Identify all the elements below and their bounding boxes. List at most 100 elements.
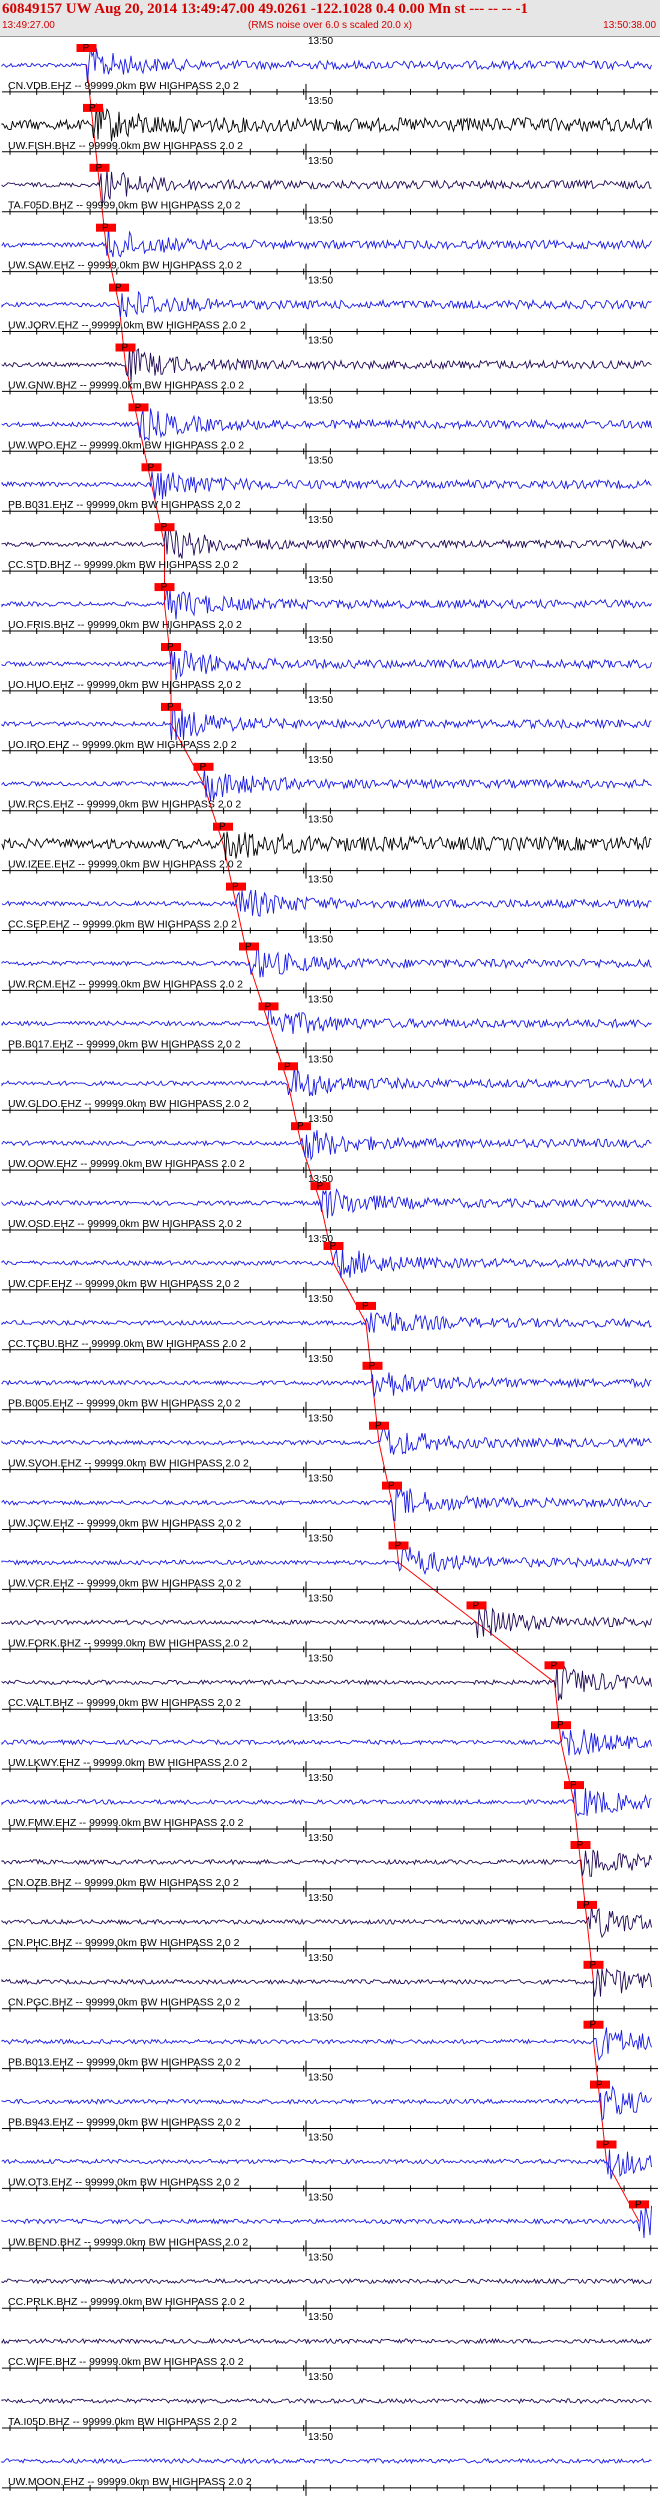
channel-label: UW.SVOH.EHZ -- 99999.0km BW HIGHPASS 2.0… <box>8 1458 249 1470</box>
channel-label: CC.PRLK.BHZ -- 99999.0km BW HIGHPASS 2.0… <box>8 2296 245 2308</box>
minute-label: 13:50 <box>308 515 333 526</box>
trace-waveform <box>1 1967 652 1997</box>
trace-waveform <box>1 585 652 620</box>
channel-label: UW.FMW.EHZ -- 99999.0km BW HIGHPASS 2.0 … <box>8 1817 244 1829</box>
trace-waveform <box>1 2027 652 2062</box>
trace-waveform <box>1 1007 652 1035</box>
minute-label: 13:50 <box>308 1653 333 1664</box>
minute-label: 13:50 <box>308 2252 333 2263</box>
minute-label: 13:50 <box>308 635 333 646</box>
channel-label: UW.SAW.EHZ -- 99999.0km BW HIGHPASS 2.0 … <box>8 260 242 272</box>
trace-waveform <box>1 831 652 861</box>
minute-label: 13:50 <box>308 1893 333 1904</box>
minute-label: 13:50 <box>308 695 333 706</box>
pick-label: P <box>167 702 174 713</box>
pick-label: P <box>369 1361 376 1372</box>
event-title: 60849157 UW Aug 20, 2014 13:49:47.00 49.… <box>2 1 528 17</box>
minute-label: 13:50 <box>308 36 333 47</box>
minute-label: 13:50 <box>308 575 333 586</box>
trace-waveform <box>1 408 652 442</box>
channel-label: UW.IZEE.EHZ -- 99999.0km BW HIGHPASS 2.0… <box>8 859 243 871</box>
channel-label: UO.IRO.EHZ -- 99999.0km BW HIGHPASS 2.0 … <box>8 739 237 751</box>
minute-label: 13:50 <box>308 2192 333 2203</box>
minute-label: 13:50 <box>308 1474 333 1485</box>
channel-label: UW.OSD.EHZ -- 99999.0km BW HIGHPASS 2.0 … <box>8 1218 242 1230</box>
pick-label: P <box>265 1001 272 1012</box>
pick-label: P <box>375 1421 382 1432</box>
pick-label: P <box>551 1660 558 1671</box>
channel-label: PB.B031.EHZ -- 99999.0km BW HIGHPASS 2.0… <box>8 499 241 511</box>
pick-label: P <box>603 2140 610 2151</box>
channel-label: UW.OOW.EHZ -- 99999.0km BW HIGHPASS 2.0 … <box>8 1158 245 1170</box>
minute-label: 13:50 <box>308 276 333 287</box>
minute-label: 13:50 <box>308 455 333 466</box>
pick-label: P <box>161 582 168 593</box>
minute-label: 13:50 <box>308 1054 333 1065</box>
pick-label: P <box>83 43 90 54</box>
channel-label: UW.FORK.BHZ -- 99999.0km BW HIGHPASS 2.0… <box>8 1637 248 1649</box>
pick-label: P <box>284 1061 291 1072</box>
pick-label: P <box>583 1900 590 1911</box>
channel-label: CC.STD.BHZ -- 99999.0km BW HIGHPASS 2.0 … <box>8 559 238 571</box>
pick-label: P <box>577 1840 584 1851</box>
trace-waveform <box>1 2278 652 2285</box>
minute-label: 13:50 <box>308 2372 333 2383</box>
channel-label: UO.FRIS.BHZ -- 99999.0km BW HIGHPASS 2.0… <box>8 619 242 631</box>
channel-label: CC.SEP.EHZ -- 99999.0km BW HIGHPASS 2.0 … <box>8 919 237 931</box>
trace-waveform <box>1 2397 652 2405</box>
pick-label: P <box>362 1301 369 1312</box>
pick-label: P <box>317 1181 324 1192</box>
pick-label: P <box>167 642 174 653</box>
pick-label: P <box>102 223 109 234</box>
channel-label: TA.F05D.BHZ -- 99999.0km BW HIGHPASS 2.0… <box>8 200 241 212</box>
channel-label: PB.B013.EHZ -- 99999.0km BW HIGHPASS 2.0… <box>8 2057 241 2069</box>
pick-label: P <box>245 942 252 953</box>
trace-waveform <box>1 1247 652 1278</box>
channel-label: UW.RCM.EHZ -- 99999.0km BW HIGHPASS 2.0 … <box>8 978 243 990</box>
channel-label: UW.FISH.BHZ -- 99999.0km BW HIGHPASS 2.0… <box>8 140 243 152</box>
trace-waveform <box>1 1188 652 1219</box>
channel-label: UW.WPO.EHZ -- 99999.0km BW HIGHPASS 2.0 … <box>8 439 244 451</box>
minute-label: 13:50 <box>308 935 333 946</box>
pick-label: P <box>122 343 129 354</box>
trace-waveform <box>1 1130 652 1162</box>
pick-label: P <box>596 2080 603 2091</box>
minute-label: 13:50 <box>308 1354 333 1365</box>
rms-note: (RMS noise over 6.0 s scaled 20.0 x) <box>248 20 412 31</box>
minute-label: 13:50 <box>308 1713 333 1724</box>
channel-label: UW.RCS.EHZ -- 99999.0km BW HIGHPASS 2.0 … <box>8 799 241 811</box>
channel-label: CN.OZB.BHZ -- 99999.0km BW HIGHPASS 2.0 … <box>8 1877 239 1889</box>
trace-waveform <box>1 471 652 500</box>
channel-label: PB.B005.EHZ -- 99999.0km BW HIGHPASS 2.0… <box>8 1398 241 1410</box>
minute-label: 13:50 <box>308 1414 333 1425</box>
channel-label: CC.VALT.BHZ -- 99999.0km BW HIGHPASS 2.0… <box>8 1697 241 1709</box>
trace-waveform <box>1 1849 652 1877</box>
trace-waveform <box>1 1787 652 1817</box>
minute-label: 13:50 <box>308 2073 333 2084</box>
pick-label: P <box>135 402 142 413</box>
trace-waveform <box>1 1606 652 1639</box>
pick-label: P <box>570 1780 577 1791</box>
trace-waveform <box>1 527 652 559</box>
pick-label: P <box>635 2199 642 2210</box>
channel-label: UW.VCR.EHZ -- 99999.0km BW HIGHPASS 2.0 … <box>8 1577 241 1589</box>
trace-waveform <box>1 769 652 801</box>
channel-label: UW.GLDO.EHZ -- 99999.0km BW HIGHPASS 2.0… <box>8 1098 249 1110</box>
trace-waveform <box>1 2337 652 2345</box>
minute-label: 13:50 <box>308 815 333 826</box>
pick-label: P <box>161 522 168 533</box>
pick-label: P <box>473 1600 480 1611</box>
trace-waveform <box>1 705 652 741</box>
channel-label: CN.VDB.EHZ -- 99999.0km BW HIGHPASS 2.0 … <box>8 80 239 92</box>
pick-label: P <box>89 103 96 114</box>
channel-label: CN.PGC.BHZ -- 99999.0km BW HIGHPASS 2.0 … <box>8 1997 240 2009</box>
channel-label: CC.TCBU.BHZ -- 99999.0km BW HIGHPASS 2.0… <box>8 1338 246 1350</box>
pick-label: P <box>232 882 239 893</box>
pick-label: P <box>115 283 122 294</box>
channel-label: UW.GNW.BHZ -- 99999.0km BW HIGHPASS 2.0 … <box>8 379 244 391</box>
minute-label: 13:50 <box>308 1773 333 1784</box>
pick-label: P <box>148 462 155 473</box>
pick-label: P <box>219 822 226 833</box>
trace-waveform <box>1 2204 652 2239</box>
pick-label: P <box>388 1481 395 1492</box>
